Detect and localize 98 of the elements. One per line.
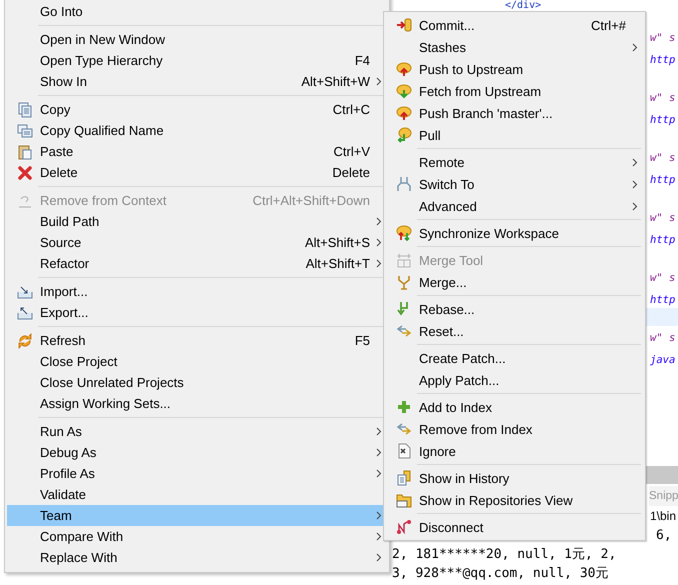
console-line: 2, 181******20, null, 1元, 2, [392,546,616,564]
menu-item[interactable]: Advanced [386,195,643,217]
menu-item[interactable]: Show in History [386,467,643,489]
repository-icon [396,492,412,508]
console-path: 1\bin [650,508,676,525]
cloud-upload-icon [396,105,412,121]
menu-item[interactable]: Compare With [7,526,387,547]
menu-item[interactable]: Remote [386,151,643,173]
chevron-right-icon [376,469,382,478]
menu-item[interactable]: Source Alt+Shift+S [7,232,387,253]
menu-item[interactable]: Commit... Ctrl+# [386,14,643,36]
menu-item[interactable]: Refactor Alt+Shift+T [7,253,387,274]
history-icon [396,470,412,486]
merge-icon [396,274,412,290]
menu-item[interactable]: Reset... [386,320,643,342]
code-text: http [650,233,676,248]
menu-item[interactable]: Push Branch 'master'... [386,102,643,124]
menu-item[interactable]: Create Patch... [386,347,643,369]
menu-item[interactable]: Switch To [386,173,643,195]
menu-item[interactable]: Debug As [7,442,387,463]
code-text: http [650,293,676,308]
menu-item[interactable]: Synchronize Workspace [386,222,643,244]
cloud-upload-icon [396,61,412,77]
code-text: w" s [650,331,676,346]
cloud-download-icon [396,127,412,143]
menu-item[interactable]: Run As [7,421,387,442]
arrows-icon [396,323,412,339]
chevron-right-icon [376,259,382,268]
disconnect-icon [396,519,412,535]
clipboard-icon [16,144,32,160]
menu-item[interactable]: Ignore [386,440,643,462]
menu-item[interactable]: Refresh F5 [7,330,387,351]
console-line: 6, [656,527,672,545]
chevron-right-icon [376,238,382,247]
code-text: w" s [650,151,676,166]
menu-item[interactable]: Rebase... [386,298,643,320]
cloud-download-icon [396,83,412,99]
menu-item[interactable]: Show in Repositories View [386,489,643,511]
code-text: http [650,53,676,68]
menu-item[interactable]: Remove from Index [386,418,643,440]
chevron-right-icon [632,42,638,52]
menu-item[interactable]: Merge... [386,271,643,293]
menu-item[interactable]: Import... [7,281,387,302]
menu-item[interactable]: Add to Index [386,396,643,418]
switch-icon [396,176,412,192]
chevron-right-icon [632,180,638,188]
menu-item[interactable]: Replace With [7,547,387,568]
chevron-right-icon [376,553,382,562]
refresh-icon [16,332,32,348]
menu-item[interactable]: Close Unrelated Projects [7,372,387,393]
menu-item[interactable]: Push to Upstream [386,58,643,80]
menu-item[interactable]: Go Into [7,1,387,22]
code-text: http [650,113,676,128]
menu-item[interactable]: Delete Delete [7,162,387,183]
delete-icon [16,164,32,180]
pages-icon [16,102,32,118]
code-text: http [650,173,676,188]
export-icon [16,304,32,320]
document-icon [396,443,412,459]
menu-item[interactable]: Disconnect [386,516,643,538]
commit-icon [396,17,412,33]
menu-item[interactable]: Apply Patch... [386,369,643,391]
import-icon [16,284,32,300]
chevron-right-icon [376,532,382,541]
plus-icon [396,399,412,415]
menu-item[interactable]: Paste Ctrl+V [7,141,387,162]
cloud-sync-icon [396,225,412,241]
menu-item[interactable]: Profile As [7,463,387,484]
menu-item[interactable]: Stashes [386,36,643,58]
chevron-right-icon [632,202,638,210]
menu-item[interactable]: Close Project [7,351,387,372]
chevron-right-icon [376,427,382,436]
menu-item[interactable]: Fetch from Upstream [386,80,643,102]
merge-tool-icon [396,252,412,268]
arrows-icon [396,421,412,437]
code-text: java [650,353,676,368]
chevron-right-icon [632,158,638,166]
code-text: </div> [505,0,542,11]
code-text: w" s [650,31,676,46]
menu-item[interactable]: Open Type Hierarchy F4 [7,50,387,71]
chevron-right-icon [376,77,382,86]
menu-item[interactable]: Open in New Window [7,29,387,50]
menu-item[interactable]: Copy Ctrl+C [7,99,387,120]
menu-item[interactable]: Assign Working Sets... [7,393,387,414]
menu-item[interactable]: Validate [7,484,387,505]
code-text: w" s [650,271,676,286]
pages-icon [16,122,32,138]
menu-item[interactable]: Build Path [7,211,387,232]
menu-item[interactable]: Pull [386,124,643,146]
chevron-right-icon [376,217,382,226]
menu-item[interactable]: Copy Qualified Name [7,120,387,141]
code-text: w" s [650,211,676,226]
code-text: w" s [650,91,676,106]
menu-item[interactable]: Show In Alt+Shift+W [7,71,387,92]
chevron-right-icon [376,448,382,457]
menu-item[interactable]: Export... [7,302,387,323]
chevron-right-icon [376,511,382,520]
console-line: 3, 928***@qq.com, null, 30元 [392,565,608,583]
